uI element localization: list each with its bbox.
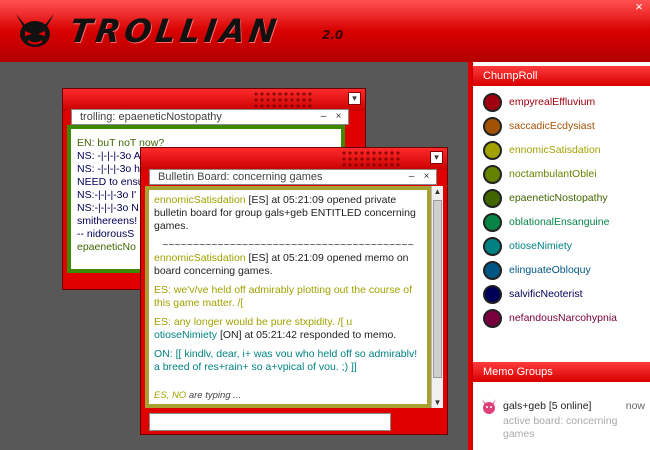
memo-group-time: now — [625, 400, 645, 412]
chat-line: ES: any longer would be pure stxpidity. … — [154, 316, 353, 328]
app-titlebar: TROLLIAN 2.0 × — [0, 0, 650, 62]
chum-status-icon — [483, 188, 502, 208]
minimize-button[interactable]: – — [405, 170, 418, 184]
chum-item[interactable]: oblationalEnsanguine — [473, 210, 650, 234]
chum-handle: nefandousNarcohypnia — [509, 312, 617, 324]
memo-groups-header: Memo Groups — [473, 362, 650, 382]
typing-suffix: are typing ... — [186, 390, 242, 401]
chum-handle: saccadicEcdysiast — [509, 120, 595, 132]
bulletin-titlebar[interactable]: Bulletin Board: concerning games – × — [149, 169, 437, 185]
memo-group-item[interactable]: gals+geb [5 online] now active board: co… — [473, 394, 650, 450]
chum-item[interactable]: saccadicEcdysiast — [473, 114, 650, 138]
memo-group-name: gals+geb [5 online] — [503, 400, 592, 412]
chum-status-icon — [483, 116, 502, 136]
app-title: TROLLIAN — [67, 12, 283, 50]
chum-handle: otioseNimiety — [509, 240, 573, 252]
close-button[interactable]: × — [332, 110, 345, 124]
chat-handle: ennomicSatisdation — [154, 194, 246, 206]
troll-head-icon — [482, 399, 496, 414]
chum-item[interactable]: nefandousNarcohypnia — [473, 306, 650, 330]
chum-status-icon — [483, 308, 502, 328]
chat-handle: ennomicSatisdation — [154, 252, 246, 264]
message-input[interactable] — [149, 413, 391, 431]
chum-handle: empyrealEffluvium — [509, 96, 596, 108]
chum-status-icon — [483, 260, 502, 280]
chat-line: ~~~~~~~~~~~~~~~~~~~~~~~~~~~~~~~~~~~~~~~~… — [162, 239, 414, 251]
bulletin-title: Bulletin Board: concerning games — [158, 171, 323, 183]
trolling-title: trolling: epaeneticNostopathy — [80, 111, 222, 123]
chum-item[interactable]: ennomicSatisdation — [473, 138, 650, 162]
chum-handle: oblationalEnsanguine — [509, 216, 610, 228]
window-menu-button[interactable]: ▾ — [348, 92, 361, 105]
chat-line: ennomicSatisdation [ES] at 05:21:09 open… — [154, 194, 422, 233]
chum-handle: elinguateObloquy — [509, 264, 591, 276]
pixel-decoration — [341, 150, 401, 168]
chum-item[interactable]: epaeneticNostopathy — [473, 186, 650, 210]
scroll-down-arrow-icon[interactable]: ▼ — [432, 397, 443, 408]
troll-logo-icon — [16, 14, 54, 47]
chat-line: ON: [[ kindlv, dear, i+ was vou who held… — [154, 348, 418, 373]
chum-item[interactable]: empyrealEffluvium — [473, 90, 650, 114]
chum-status-icon — [483, 92, 502, 112]
app-version: 2.0 — [322, 28, 344, 42]
chum-status-icon — [483, 140, 502, 160]
chum-handle: ennomicSatisdation — [509, 144, 601, 156]
scroll-thumb[interactable] — [433, 200, 442, 378]
chat-line: ennomicSatisdation [ES] at 05:21:09 open… — [154, 252, 422, 278]
bulletin-chat-log: ennomicSatisdation [ES] at 05:21:09 open… — [154, 194, 422, 380]
app-close-button[interactable]: × — [632, 0, 646, 14]
chum-status-icon — [483, 284, 502, 304]
scroll-up-arrow-icon[interactable]: ▲ — [432, 186, 443, 197]
chum-status-icon — [483, 236, 502, 256]
chumproll-list: empyrealEffluvium saccadicEcdysiast ennomi… — [473, 90, 650, 330]
chum-item[interactable]: noctambulantOblei — [473, 162, 650, 186]
chat-line: otioseNimiety [ON] at 05:21:42 responded… — [154, 329, 422, 342]
chumproll-header: ChumpRoll — [473, 66, 650, 86]
bulletin-window-topbar[interactable]: ▾ — [141, 148, 447, 170]
typing-indicator: ES, NO are typing ... — [154, 390, 241, 401]
chum-handle: salvificNeoterist — [509, 288, 583, 300]
chat-event-text: [ON] at 05:21:42 responded to memo. — [217, 329, 397, 341]
chat-handle: otioseNimiety — [154, 329, 218, 341]
chum-item[interactable]: elinguateObloquy — [473, 258, 650, 282]
window-menu-button[interactable]: ▾ — [430, 151, 443, 164]
chum-handle: noctambulantOblei — [509, 168, 597, 180]
chum-item[interactable]: salvificNeoterist — [473, 282, 650, 306]
close-button[interactable]: × — [420, 170, 433, 184]
typing-who: ES, NO — [154, 390, 187, 401]
chum-handle: epaeneticNostopathy — [509, 192, 608, 204]
chum-item[interactable]: otioseNimiety — [473, 234, 650, 258]
bulletin-chat-frame: ennomicSatisdation [ES] at 05:21:09 open… — [145, 186, 431, 408]
bulletin-scrollbar[interactable]: ▲ ▼ — [431, 186, 443, 408]
trolling-window-topbar[interactable]: ▾ — [63, 89, 365, 111]
chat-line: ES: we'v/ve held off admirably plotting … — [154, 284, 413, 309]
chum-status-icon — [483, 212, 502, 232]
trolling-titlebar[interactable]: trolling: epaeneticNostopathy – × — [71, 109, 349, 125]
minimize-button[interactable]: – — [317, 110, 330, 124]
side-panel: ChumpRoll empyrealEffluvium saccadicEcdys… — [472, 62, 650, 450]
bulletin-window[interactable]: ▾ Bulletin Board: concerning games – × e… — [140, 147, 448, 435]
chum-status-icon — [483, 164, 502, 184]
pixel-decoration — [253, 91, 313, 109]
memo-group-board: active board: concerning games — [503, 415, 618, 440]
